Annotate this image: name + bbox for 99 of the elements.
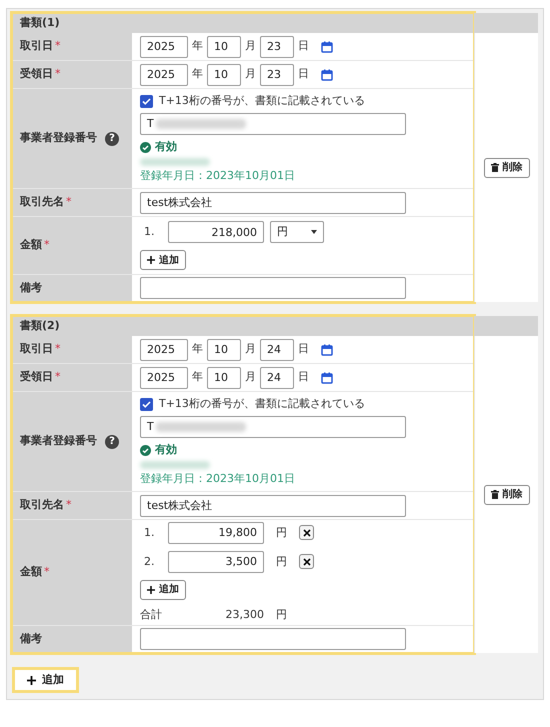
field-label: 取引日 [20, 38, 53, 54]
blurred-text [140, 158, 210, 166]
calendar-icon[interactable] [321, 68, 333, 80]
checkbox[interactable] [140, 398, 153, 410]
partner-field[interactable]: test株式会社 [140, 494, 406, 516]
item-number: 1. [143, 224, 156, 240]
day-field[interactable]: 24 [260, 338, 294, 360]
day-field[interactable]: 23 [260, 36, 294, 58]
remarks-field[interactable] [140, 628, 406, 650]
item-number: 1. [143, 524, 156, 540]
plus-icon [147, 586, 155, 594]
unit-label: 年 [192, 369, 203, 386]
month-field[interactable]: 10 [207, 338, 241, 360]
unit-label: 日 [298, 369, 309, 386]
calendar-icon[interactable] [321, 40, 333, 52]
registration-date: 登録年月日：2023年10月01日 [140, 168, 296, 184]
field-label: 備考 [20, 280, 42, 296]
unit-label: 年 [192, 66, 203, 82]
document-title: 書類(1) [20, 14, 60, 31]
field-label: 金額 [20, 237, 42, 254]
blurred-text [140, 460, 210, 469]
required-mark: * [66, 497, 72, 514]
plus-icon [147, 256, 155, 264]
unit-label: 月 [245, 341, 256, 358]
calendar-icon[interactable] [321, 372, 333, 384]
delete-button[interactable]: 削除 [484, 158, 530, 178]
month-field[interactable]: 10 [207, 64, 241, 86]
unit-label: 年 [192, 38, 203, 54]
year-field[interactable]: 2025 [140, 366, 188, 388]
caret-icon [311, 230, 317, 234]
unit-label: 年 [192, 341, 203, 358]
total-label: 合計 [140, 606, 163, 623]
day-field[interactable]: 24 [260, 366, 294, 388]
remove-button[interactable] [299, 554, 314, 570]
registration-date: 登録年月日：2023年10月01日 [140, 470, 296, 487]
year-field[interactable]: 2025 [140, 64, 188, 86]
unit-label: 月 [245, 66, 256, 82]
required-mark: * [55, 369, 60, 386]
help-icon[interactable]: ? [105, 132, 119, 146]
status-text: 有効 [155, 442, 177, 458]
month-field[interactable]: 10 [207, 36, 241, 58]
day-field[interactable]: 23 [260, 64, 294, 86]
currency-select[interactable]: 円 [270, 221, 324, 243]
required-mark: * [44, 237, 50, 254]
field-label: 取引先名 [20, 497, 64, 514]
required-mark: * [55, 341, 60, 358]
add-amount-button[interactable]: 追加 [140, 580, 186, 600]
close-icon [302, 558, 310, 566]
field-value: T [147, 116, 154, 132]
plus-icon [27, 676, 36, 684]
required-mark: * [66, 194, 72, 210]
partner-field[interactable]: test株式会社 [140, 192, 406, 214]
help-icon[interactable]: ? [105, 434, 119, 448]
status-text: 有効 [155, 139, 177, 156]
unit-label: 日 [298, 341, 309, 358]
unit-label: 日 [298, 66, 309, 82]
close-icon [302, 528, 310, 537]
currency-label: 円 [276, 554, 287, 570]
field-label: 金額 [20, 564, 42, 580]
field-label: 受領日 [20, 369, 53, 386]
currency-label: 円 [276, 524, 287, 540]
calendar-icon[interactable] [321, 344, 333, 356]
field-label: 備考 [20, 630, 42, 647]
registration-field[interactable]: T [140, 113, 406, 136]
field-label: 取引先名 [20, 194, 64, 210]
total-value: 23,300 [224, 606, 264, 623]
field-label: 事業者登録番号 [20, 130, 97, 146]
remove-button[interactable] [299, 525, 314, 540]
check-circle-icon [140, 445, 151, 456]
field-value: T [147, 419, 154, 435]
unit-label: 月 [245, 38, 256, 54]
field-label: 受領日 [20, 66, 53, 82]
delete-button[interactable]: 削除 [484, 484, 530, 504]
amount-field[interactable]: 19,800 [168, 522, 264, 544]
document-title: 書類(2) [20, 318, 60, 334]
checkbox-label[interactable]: T+13桁の番号が、書類に記載されている [159, 396, 365, 412]
month-field[interactable]: 10 [207, 366, 241, 388]
required-mark: * [44, 564, 50, 580]
add-amount-button[interactable]: 追加 [140, 250, 186, 270]
trash-icon [490, 490, 498, 499]
add-document-button[interactable]: 追加 [12, 667, 79, 693]
required-mark: * [55, 38, 60, 54]
year-field[interactable]: 2025 [140, 338, 188, 360]
registration-field[interactable]: T [140, 416, 406, 438]
checkbox[interactable] [140, 94, 153, 108]
field-label: 取引日 [20, 341, 53, 358]
item-number: 2. [143, 554, 156, 570]
amount-field[interactable]: 3,500 [168, 550, 264, 573]
year-field[interactable]: 2025 [140, 36, 188, 58]
amount-field[interactable]: 218,000 [168, 221, 264, 243]
unit-label: 日 [298, 38, 309, 54]
remarks-field[interactable] [140, 277, 406, 299]
check-circle-icon [140, 142, 151, 153]
unit-label: 月 [245, 369, 256, 386]
trash-icon [490, 163, 498, 172]
checkbox-label[interactable]: T+13桁の番号が、書類に記載されている [159, 92, 365, 110]
required-mark: * [55, 66, 60, 82]
field-label: 事業者登録番号 [20, 433, 97, 450]
currency-label: 円 [276, 606, 287, 623]
